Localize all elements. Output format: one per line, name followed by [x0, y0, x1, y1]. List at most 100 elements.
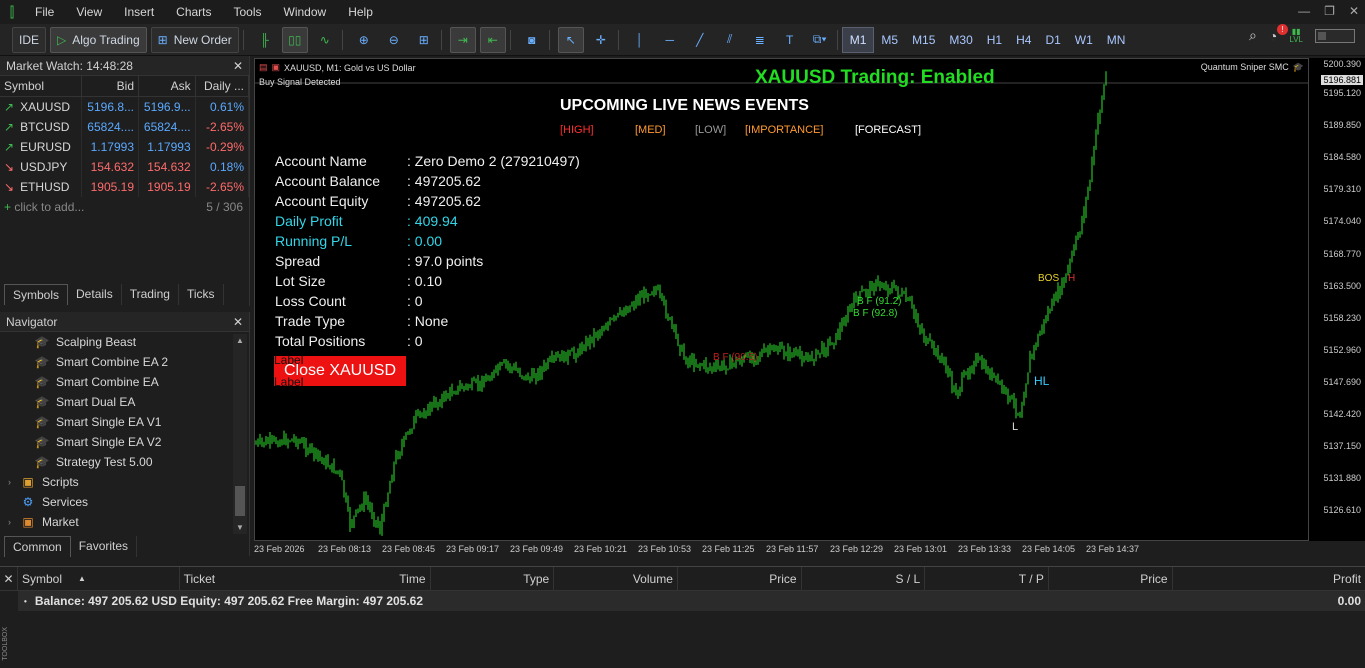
tab-trading[interactable]: Trading [122, 284, 179, 305]
timeframe-m1[interactable]: M1 [841, 26, 875, 53]
time-scale[interactable]: 23 Feb 2026 23 Feb 08:13 23 Feb 08:45 23 Fe… [254, 541, 1365, 559]
vertical-line-icon[interactable]: │ [627, 27, 653, 53]
price-chart[interactable]: ▤ ▣ XAUUSD, M1: Gold vs US Dollar Buy Sig… [254, 58, 1309, 541]
menu-charts[interactable]: Charts [165, 5, 222, 19]
price-scale[interactable]: 5196.881 5200.390 5195.120 5189.850 5184.58… [1309, 58, 1365, 541]
volume-slider[interactable] [1315, 28, 1355, 43]
col-bid[interactable]: Bid [81, 76, 140, 97]
col-profit[interactable]: Profit [1173, 567, 1365, 591]
new-order-button[interactable]: ⊞ New Order [150, 26, 239, 53]
col-price[interactable]: Price [678, 566, 802, 591]
navigator-item[interactable]: ⚙ Services [0, 492, 232, 512]
market-watch-row[interactable]: ↗ XAUUSD 5196.8... 5196.9... 0.61% [0, 96, 250, 117]
text-icon[interactable]: T [777, 27, 803, 53]
close-icon[interactable]: ✕ [233, 59, 243, 73]
menu-tools[interactable]: Tools [223, 5, 273, 19]
row-bid: 154.632 [81, 156, 140, 177]
zoom-in-icon[interactable]: ⊕ [351, 27, 377, 53]
chart-shift-icon[interactable]: ⇤ [479, 26, 506, 53]
timeframe-mn[interactable]: MN [1100, 27, 1133, 53]
account-field-label: Total Positions [275, 333, 366, 349]
plus-icon: + [4, 200, 12, 214]
algo-trading-button[interactable]: ▷ Algo Trading [50, 26, 147, 53]
expand-icon[interactable]: › [8, 517, 20, 527]
timeframe-d1[interactable]: D1 [1038, 27, 1067, 53]
ea-icon: 🎓 [34, 455, 50, 469]
navigator-item[interactable]: 🎓 Smart Dual EA [0, 392, 232, 412]
bar-chart-icon[interactable]: ╟ [252, 27, 278, 53]
horizontal-line-icon[interactable]: ─ [657, 27, 683, 53]
col-type[interactable]: Type [431, 566, 555, 591]
col-volume[interactable]: Volume [554, 566, 678, 591]
navigator-item[interactable]: 🎓 Smart Combine EA 2 [0, 352, 232, 372]
col-price-current[interactable]: Price [1049, 566, 1173, 591]
col-sl[interactable]: S / L [802, 566, 926, 591]
screenshot-icon[interactable]: ◙ [519, 27, 545, 53]
tab-favorites[interactable]: Favorites [71, 536, 138, 557]
signal-level-icon[interactable]: ▮▮ LVL [1289, 27, 1303, 44]
timeframe-m15[interactable]: M15 [905, 27, 942, 53]
navigator-item[interactable]: 🎓 Strategy Test 5.00 [0, 452, 232, 472]
navigator-item[interactable]: 🎓 Smart Combine EA [0, 372, 232, 392]
total-profit: 0.00 [1337, 594, 1361, 608]
tab-symbols[interactable]: Symbols [4, 284, 69, 305]
menu-window[interactable]: Window [273, 5, 338, 19]
candlestick-icon[interactable]: ▯▯ [281, 26, 308, 53]
navigator-item[interactable]: 🎓 Smart Single EA V2 [0, 432, 232, 452]
timeframe-m30[interactable]: M30 [942, 27, 979, 53]
bf-label-1: B F (91.2) [857, 296, 902, 307]
crosshair-icon[interactable]: ✛ [588, 27, 614, 53]
close-icon[interactable]: ✕ [1349, 4, 1359, 18]
menu-insert[interactable]: Insert [113, 5, 165, 19]
trade-terminal: ✕ Symbol ▲ Ticket Time Type Volume Price … [0, 566, 1365, 668]
tab-ticks[interactable]: Ticks [179, 284, 224, 305]
chart-menu-icon[interactable]: ▤ [259, 62, 268, 73]
tab-common[interactable]: Common [4, 536, 71, 557]
trendline-icon[interactable]: ╱ [687, 27, 713, 53]
timeframe-w1[interactable]: W1 [1068, 27, 1100, 53]
channel-icon[interactable]: ⫽ [717, 27, 743, 53]
toolbox-side-label[interactable]: TOOLBOX [2, 627, 14, 661]
menu-help[interactable]: Help [337, 5, 384, 19]
ide-button[interactable]: IDE [12, 26, 47, 53]
navigator-item[interactable]: 🎓 Scalping Beast [0, 332, 232, 352]
timeframe-h4[interactable]: H4 [1009, 27, 1038, 53]
col-symbol[interactable]: Symbol ▲ [18, 566, 180, 591]
tab-details[interactable]: Details [68, 284, 122, 305]
col-ask[interactable]: Ask [138, 76, 196, 97]
menu-view[interactable]: View [65, 5, 113, 19]
notifications-icon[interactable]: ◔! [1269, 23, 1288, 44]
zoom-out-icon[interactable]: ⊖ [381, 27, 407, 53]
chart-title: XAUUSD, M1: Gold vs US Dollar [284, 62, 416, 73]
navigator-item-label: Smart Dual EA [56, 395, 136, 409]
fibonacci-icon[interactable]: ≣ [747, 27, 773, 53]
col-time[interactable]: Time [307, 566, 431, 591]
expand-icon[interactable]: › [8, 477, 20, 487]
navigator-item[interactable]: › ▣ Market [0, 512, 232, 532]
timeframe-h1[interactable]: H1 [980, 27, 1009, 53]
navigator-item[interactable]: › ▣ Scripts [0, 472, 232, 492]
close-icon[interactable]: ✕ [0, 566, 18, 591]
menu-file[interactable]: File [24, 5, 65, 19]
ea-icon: 🎓 [34, 335, 50, 349]
timeframe-m5[interactable]: M5 [874, 27, 905, 53]
col-symbol[interactable]: Symbol [0, 76, 83, 97]
add-symbol[interactable]: + click to add... [4, 200, 84, 214]
market-watch-row[interactable]: ↗ EURUSD 1.17993 1.17993 -0.29% [0, 136, 250, 157]
navigator-scrollbar[interactable]: ▲ ▼ [233, 334, 247, 534]
market-watch-row[interactable]: ↘ ETHUSD 1905.19 1905.19 -2.65% [0, 176, 250, 197]
navigator-item[interactable]: 🎓 Smart Single EA V1 [0, 412, 232, 432]
shapes-icon[interactable]: ⧉▾ [807, 27, 833, 53]
line-chart-icon[interactable]: ∿ [312, 27, 338, 53]
market-watch-row[interactable]: ↗ BTCUSD 65824.... 65824.... -2.65% [0, 116, 250, 137]
restore-icon[interactable]: ❐ [1324, 4, 1335, 18]
auto-scroll-icon[interactable]: ⇥ [449, 26, 476, 53]
minimize-icon[interactable]: — [1298, 4, 1310, 18]
cursor-icon[interactable]: ↖ [557, 26, 584, 53]
col-daily[interactable]: Daily ... [195, 76, 250, 97]
col-tp[interactable]: T / P [925, 566, 1049, 591]
close-icon[interactable]: ✕ [233, 315, 243, 329]
grid-icon[interactable]: ⊞ [411, 27, 437, 53]
market-watch-row[interactable]: ↘ USDJPY 154.632 154.632 0.18% [0, 156, 250, 177]
search-icon[interactable]: ⌕ [1249, 27, 1257, 44]
